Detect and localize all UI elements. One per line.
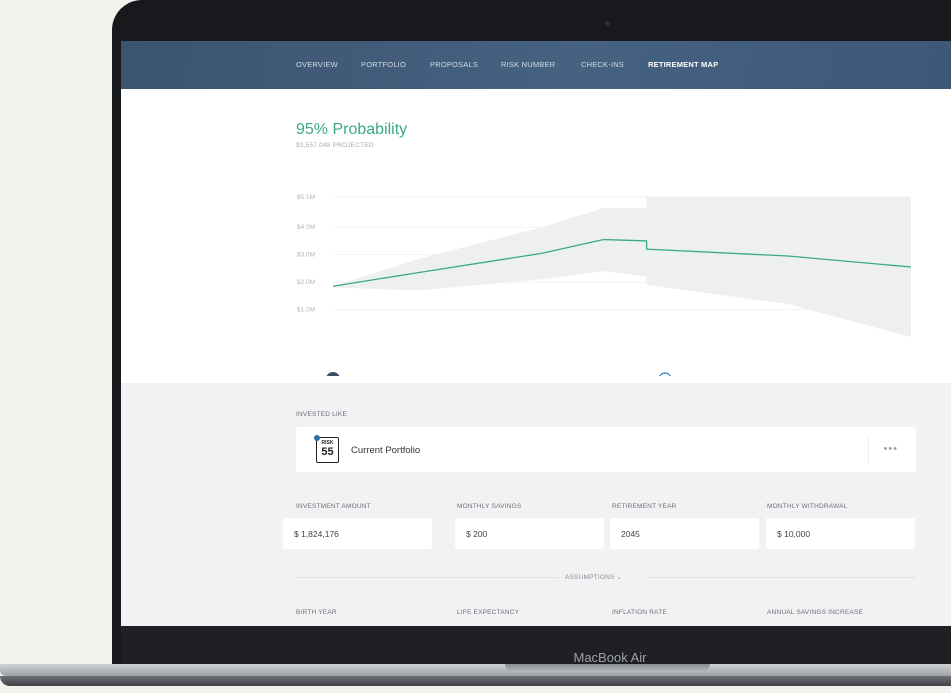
add-start-button[interactable]: + bbox=[326, 372, 340, 376]
projection-band bbox=[333, 197, 911, 337]
investment-amount-label: INVESTMENT AMOUNT bbox=[296, 503, 371, 510]
nav-risk-number[interactable]: RISK NUMBER bbox=[501, 60, 555, 69]
y-axis: $5.1M $4.0M $3.0M $2.0M $1.0M bbox=[297, 194, 315, 314]
retirement-year-label: RETIREMENT YEAR bbox=[612, 503, 677, 510]
inflation-rate-label: INFLATION RATE bbox=[612, 609, 667, 616]
assumptions-label: ASSUMPTIONS bbox=[565, 574, 615, 581]
projected-amount: $3,557,048 PROJECTED bbox=[296, 142, 374, 149]
more-options-button[interactable]: ••• bbox=[883, 443, 898, 455]
retirement-marker[interactable] bbox=[659, 372, 671, 376]
nav-check-ins[interactable]: CHECK-INS bbox=[581, 60, 624, 69]
birth-year-label: BIRTH YEAR bbox=[296, 609, 337, 616]
nav-proposals[interactable]: PROPOSALS bbox=[430, 60, 478, 69]
monthly-withdrawal-input[interactable]: $ 10,000 bbox=[766, 518, 915, 549]
monthly-savings-value: $ 200 bbox=[466, 529, 488, 539]
monthly-savings-label: MONTHLY SAVINGS bbox=[457, 503, 522, 510]
screen: OVERVIEW PORTFOLIO PROPOSALS RISK NUMBER… bbox=[121, 41, 951, 626]
monthly-withdrawal-label: MONTHLY WITHDRAWAL bbox=[767, 503, 848, 510]
top-nav: OVERVIEW PORTFOLIO PROPOSALS RISK NUMBER… bbox=[121, 41, 951, 89]
y-tick-label: $4.0M bbox=[297, 224, 315, 231]
risk-dot-icon bbox=[314, 435, 320, 441]
assumptions-toggle[interactable]: ASSUMPTIONS ⌄ bbox=[565, 573, 622, 581]
risk-number-badge: RISK 55 bbox=[314, 435, 339, 463]
nav-portfolio[interactable]: PORTFOLIO bbox=[361, 60, 406, 69]
annual-savings-increase-label: ANNUAL SAVINGS INCREASE bbox=[767, 609, 863, 616]
divider bbox=[296, 577, 558, 578]
hinge-notch bbox=[505, 664, 710, 672]
y-tick-label: $5.1M bbox=[297, 194, 315, 201]
device-brand: MacBook Air bbox=[573, 650, 647, 665]
monthly-savings-input[interactable]: $ 200 bbox=[455, 518, 604, 549]
retirement-chart: $5.1M$4.0M$3.0M$2.0M$1.0M 20302040205020… bbox=[297, 194, 912, 376]
investment-amount-value: $ 1,824,176 bbox=[294, 529, 339, 539]
nav-retirement-map[interactable]: RETIREMENT MAP bbox=[648, 60, 718, 69]
life-expectancy-label: LIFE EXPECTANCY bbox=[457, 609, 520, 616]
chevron-down-icon: ⌄ bbox=[616, 574, 623, 581]
portfolio-name: Current Portfolio bbox=[351, 445, 421, 456]
invested-like-label: INVESTED LIKE bbox=[296, 411, 348, 418]
laptop-base bbox=[0, 664, 951, 693]
probability-title: 95% Probability bbox=[296, 121, 408, 138]
y-tick-label: $1.0M bbox=[297, 307, 315, 314]
y-tick-label: $3.0M bbox=[297, 252, 315, 259]
nav-overview[interactable]: OVERVIEW bbox=[296, 60, 338, 69]
divider bbox=[646, 577, 916, 578]
divider bbox=[868, 435, 869, 464]
y-tick-label: $2.0M bbox=[297, 279, 315, 286]
retirement-year-input[interactable]: 2045 bbox=[610, 518, 759, 549]
investment-amount-input[interactable]: $ 1,824,176 bbox=[283, 518, 432, 549]
camera-icon bbox=[605, 21, 610, 26]
portfolio-card[interactable]: RISK 55 Current Portfolio ••• bbox=[296, 427, 916, 472]
risk-number: 55 bbox=[321, 446, 334, 458]
retirement-year-value: 2045 bbox=[621, 529, 640, 539]
monthly-withdrawal-value: $ 10,000 bbox=[777, 529, 811, 539]
plus-icon: + bbox=[330, 375, 336, 377]
